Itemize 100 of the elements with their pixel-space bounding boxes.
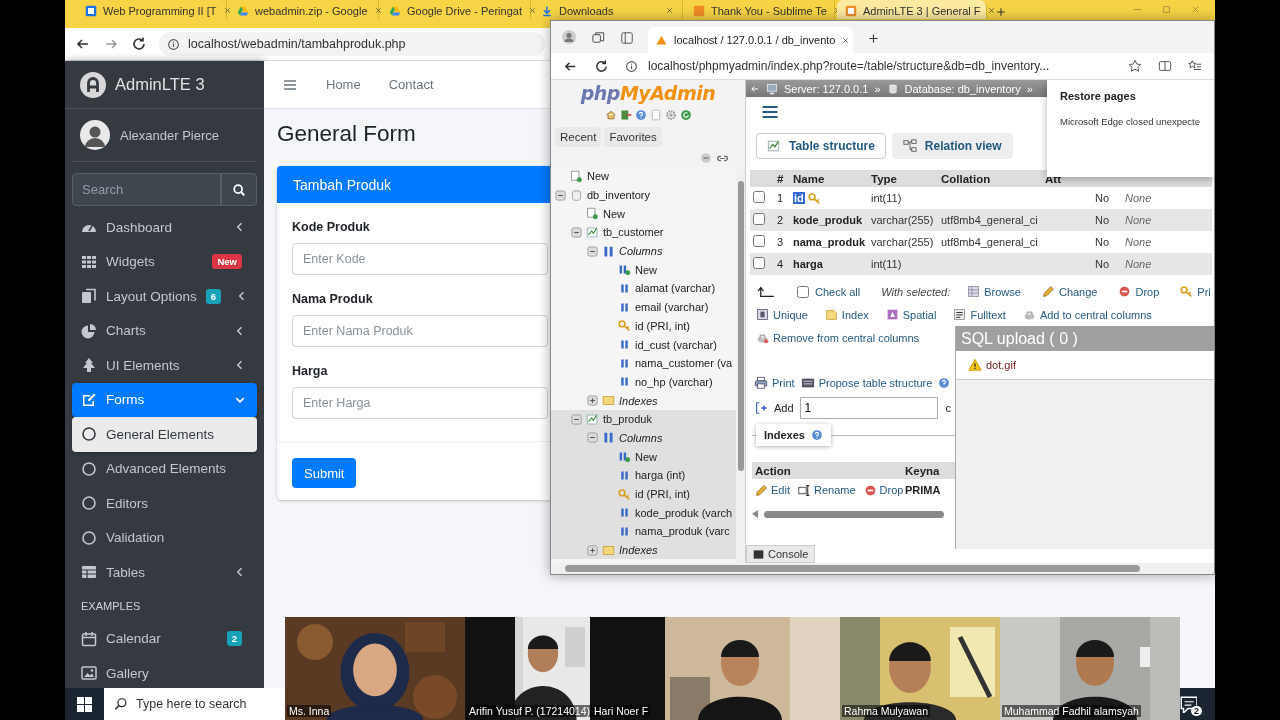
close-icon[interactable] (986, 6, 996, 15)
reload-icon[interactable] (594, 58, 609, 74)
tree-item[interactable]: Columns (618, 245, 663, 258)
minus-box-icon[interactable] (587, 245, 598, 257)
tree-item[interactable]: New (602, 207, 625, 220)
plus-icon[interactable] (995, 6, 1007, 18)
nav-item[interactable]: Validation (72, 520, 257, 555)
tree-item[interactable]: kode_produk (varch (634, 506, 733, 519)
action-link[interactable]: Index (824, 308, 869, 321)
copy-icon[interactable] (591, 30, 606, 45)
action-link[interactable]: Unique (756, 308, 808, 321)
browser-tab[interactable]: localhost / 127.0.0.1 / db_invento (648, 27, 853, 53)
help-icon[interactable] (938, 377, 951, 389)
minus-box-icon[interactable] (571, 226, 582, 238)
nav-item[interactable]: Calendar 2 (72, 621, 257, 656)
minus-box-icon[interactable] (571, 413, 582, 425)
avatar-icon[interactable] (80, 120, 110, 150)
address-bar[interactable]: localhost/webadmin/tambahproduk.php (159, 32, 545, 56)
windows-logo-icon[interactable] (77, 696, 92, 712)
tree-item[interactable]: nama_produk (varc (634, 525, 730, 538)
input-field[interactable]: Enter Nama Produk (292, 315, 548, 347)
nav-link[interactable]: Home (326, 77, 361, 92)
plus-box-icon[interactable] (587, 544, 598, 556)
view-tab[interactable]: Relation view (891, 133, 1013, 159)
nav-link[interactable]: Contact (388, 77, 434, 92)
arrow-left-icon[interactable] (750, 83, 760, 94)
tree-item[interactable]: New (634, 450, 657, 463)
action-link[interactable]: Fulltext (953, 308, 1006, 321)
nav-item[interactable]: General Elements (72, 417, 257, 452)
tree-item[interactable]: id_cust (varchar) (634, 338, 717, 351)
action-link[interactable]: Pri (1180, 285, 1211, 298)
nav-item[interactable]: Charts (72, 313, 257, 348)
settings-icon[interactable] (664, 109, 677, 121)
split-screen-icon[interactable] (1158, 59, 1172, 73)
help-icon[interactable] (810, 429, 823, 441)
logo-text[interactable]: phpMyAdmin (551, 82, 745, 104)
close-icon[interactable] (841, 35, 851, 45)
tree-item[interactable]: alamat (varchar) (634, 282, 716, 295)
browser-tab[interactable]: Downloads (533, 0, 683, 19)
tree-item[interactable]: email (varchar) (634, 301, 709, 314)
checkbox-label[interactable]: Check all (815, 285, 861, 298)
action-link[interactable]: Spatial (885, 308, 937, 321)
action-link[interactable]: Browse (967, 285, 1021, 298)
action-link[interactable]: Drop (863, 483, 904, 497)
tree-item[interactable]: New (586, 170, 609, 183)
view-tab[interactable]: Table structure (756, 133, 886, 159)
breadcrumb-link[interactable]: Database: db_inventory (904, 82, 1021, 95)
nav-item[interactable]: Forms (72, 382, 257, 417)
checkbox[interactable] (753, 213, 765, 225)
action-link[interactable]: Change (1041, 285, 1098, 298)
panel-tab[interactable]: Recent (555, 127, 602, 147)
tree-item[interactable]: harga (int) (634, 469, 686, 482)
search-field[interactable]: Search (72, 173, 221, 206)
url-text[interactable]: localhost/phpmyadmin/index.php?route=/table/structure&db=db_inventory... (648, 59, 1050, 73)
browser-tab[interactable]: Google Drive - Peringat (381, 0, 531, 19)
breadcrumb-link[interactable]: Server: 127.0.0.1 (784, 82, 869, 95)
checkbox[interactable] (753, 191, 765, 203)
search-button[interactable] (221, 173, 257, 206)
tree-item[interactable]: Indexes (618, 394, 658, 407)
nav-item[interactable]: UI Elements (72, 348, 257, 383)
tree-item[interactable]: tb_customer (602, 226, 664, 239)
action-link[interactable]: Rename (797, 483, 856, 497)
checkbox[interactable] (753, 235, 765, 247)
tree-item[interactable]: New (634, 263, 657, 276)
panel-tab[interactable]: Favorites (604, 127, 662, 147)
search-field[interactable]: Type here to search (104, 688, 286, 720)
input-field[interactable]: Enter Harga (292, 387, 548, 419)
nav-item[interactable]: Gallery (72, 656, 257, 691)
nav-item[interactable]: Layout Options 6 (72, 279, 257, 314)
tree-item[interactable]: id (PRI, int) (634, 319, 690, 332)
home-icon[interactable] (604, 109, 617, 121)
nav-item[interactable]: Dashboard (72, 210, 257, 245)
profile-icon[interactable] (561, 29, 577, 45)
submit-button[interactable]: Submit (292, 458, 357, 488)
reload-icon[interactable] (131, 36, 147, 52)
plus-box-icon[interactable] (587, 395, 598, 407)
browser-tab[interactable]: webadmin.zip - Google (229, 0, 379, 19)
action-link[interactable]: Remove from central columns (756, 331, 920, 344)
horizontal-scrollbar[interactable] (551, 563, 1214, 574)
minus-box-icon[interactable] (555, 189, 566, 201)
plus-icon[interactable] (867, 32, 880, 45)
close-icon[interactable] (665, 6, 674, 15)
tree-item[interactable]: tb_produk (602, 413, 652, 426)
console-button[interactable]: Console (746, 545, 816, 563)
tree-item[interactable]: Columns (618, 431, 663, 444)
user-name[interactable]: Alexander Pierce (120, 127, 219, 143)
action-link[interactable]: Drop (1118, 285, 1160, 298)
close-icon[interactable] (373, 6, 383, 15)
checkbox[interactable] (753, 257, 765, 269)
logo-icon[interactable] (80, 71, 106, 98)
help-icon[interactable] (634, 109, 647, 121)
notification-icon[interactable] (1179, 695, 1197, 713)
nav-item[interactable]: Editors (72, 486, 257, 521)
horizontal-scrollbar[interactable] (752, 509, 944, 519)
tree-item[interactable]: nama_customer (va (634, 357, 733, 370)
close-icon[interactable] (222, 6, 232, 15)
nav-item[interactable]: Advanced Elements (72, 451, 257, 486)
close-icon[interactable] (527, 6, 537, 15)
browser-tab[interactable]: Web Programming II [T (77, 0, 227, 19)
favorites-icon[interactable] (1188, 59, 1202, 73)
